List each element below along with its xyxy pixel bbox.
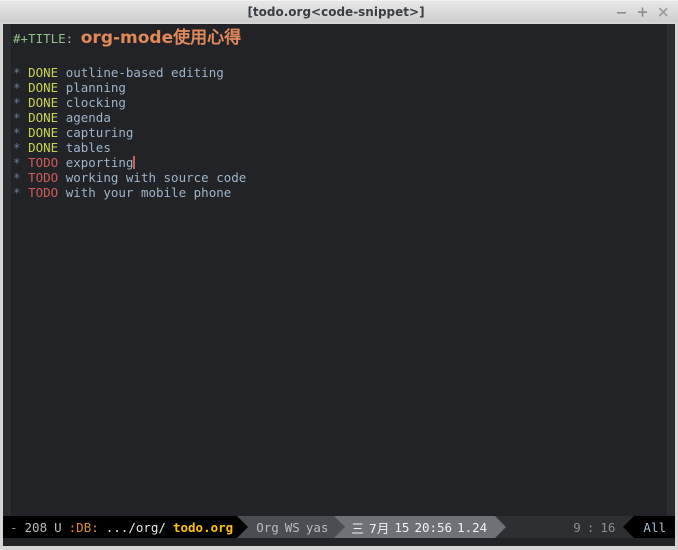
heading-keyword-done[interactable]: DONE <box>28 80 58 95</box>
modeline-buffer-segment[interactable]: - 208 U :DB: .../org/todo.org <box>3 516 238 538</box>
heading-text: working with source code <box>65 170 247 185</box>
file-name: todo.org <box>172 519 234 535</box>
clock-weekday: 三 <box>351 520 364 536</box>
position-separator: : <box>586 519 595 535</box>
heading-keyword-done[interactable]: DONE <box>28 65 58 80</box>
heading-bullet: * <box>13 95 21 110</box>
heading-keyword-todo[interactable]: TODO <box>28 185 58 200</box>
encoding-indicator: U <box>54 519 62 535</box>
file-path-prefix: .../org/ <box>105 519 166 535</box>
close-icon[interactable] <box>658 6 669 18</box>
emacs-window: [todo.org<code-snippet>] #+TITLE: org-mo… <box>0 0 678 550</box>
heading-keyword-done[interactable]: DONE <box>28 140 58 155</box>
text-cursor <box>133 156 136 169</box>
heading-bullet: * <box>13 65 21 80</box>
title-directive: #+TITLE: <box>13 31 74 46</box>
window-titlebar: [todo.org<code-snippet>] <box>0 0 678 22</box>
org-heading-line[interactable]: * DONE capturing <box>11 125 667 140</box>
separator-arrow-right-3 <box>495 516 507 538</box>
org-heading-line[interactable]: * TODO with your mobile phone <box>11 185 667 200</box>
clock-month: 7月 <box>368 520 390 536</box>
org-heading-line[interactable]: * TODO exporting <box>11 155 667 170</box>
heading-bullet: * <box>13 170 21 185</box>
scroll-percentage: All <box>643 519 666 535</box>
org-heading-list: * DONE outline-based editing * DONE plann… <box>11 65 667 200</box>
minimize-icon[interactable] <box>616 6 627 18</box>
heading-text: planning <box>65 80 126 95</box>
cursor-column-number: 16 <box>600 519 616 535</box>
heading-text: clocking <box>65 95 126 110</box>
heading-keyword-todo[interactable]: TODO <box>28 155 58 170</box>
major-mode: Org <box>256 519 279 535</box>
separator-arrow-left-1 <box>623 516 635 538</box>
heading-bullet: * <box>13 80 21 95</box>
right-fringe <box>667 24 675 546</box>
clock-time: 20:56 <box>414 519 453 535</box>
editor-buffer[interactable]: #+TITLE: org-mode使用心得 * DONE outline-bas… <box>3 24 675 546</box>
modeline: - 208 U :DB: .../org/todo.org Org WS yas <box>3 516 675 538</box>
org-heading-line[interactable]: * DONE planning <box>11 80 667 95</box>
minor-mode-yas: yas <box>305 519 329 535</box>
heading-bullet: * <box>13 155 21 170</box>
modified-flag: - <box>10 519 18 535</box>
window-title: [todo.org<code-snippet>] <box>247 4 425 19</box>
modeline-clock-segment[interactable]: 三 7月 15 20:56 1.24 <box>345 516 496 538</box>
heading-bullet: * <box>13 140 21 155</box>
heading-keyword-todo[interactable]: TODO <box>28 170 58 185</box>
minor-mode-ws: WS <box>284 519 300 535</box>
heading-bullet: * <box>13 185 21 200</box>
heading-text: with your mobile phone <box>65 185 232 200</box>
modeline-modes-segment[interactable]: Org WS yas <box>248 516 335 538</box>
window-frame: #+TITLE: org-mode使用心得 * DONE outline-bas… <box>0 22 678 550</box>
heading-bullet: * <box>13 125 21 140</box>
org-heading-line[interactable]: * TODO working with source code <box>11 170 667 185</box>
title-text: org-mode使用心得 <box>80 28 242 48</box>
heading-keyword-done[interactable]: DONE <box>28 95 58 110</box>
cursor-line-number: 9 <box>573 519 581 535</box>
clock-day: 15 <box>394 519 410 535</box>
project-tag: :DB: <box>68 519 99 535</box>
separator-arrow-right-2 <box>334 516 346 538</box>
modeline-scroll-segment[interactable]: All <box>634 516 675 538</box>
separator-arrow-right-1 <box>237 516 249 538</box>
heading-keyword-done[interactable]: DONE <box>28 110 58 125</box>
buffer-text[interactable]: #+TITLE: org-mode使用心得 * DONE outline-bas… <box>11 24 667 516</box>
modeline-position-segment[interactable]: 9 : 16 <box>506 516 624 538</box>
heading-text: agenda <box>65 110 111 125</box>
org-heading-line[interactable]: * DONE agenda <box>11 110 667 125</box>
system-load: 1.24 <box>457 519 488 535</box>
buffer-size: 208 <box>24 519 48 535</box>
heading-text: outline-based editing <box>65 65 224 80</box>
heading-bullet: * <box>13 110 21 125</box>
left-fringe <box>3 24 11 546</box>
org-heading-line[interactable]: * DONE outline-based editing <box>11 65 667 80</box>
maximize-icon[interactable] <box>637 6 648 18</box>
heading-text: exporting <box>65 155 134 170</box>
heading-keyword-done[interactable]: DONE <box>28 125 58 140</box>
window-controls <box>616 6 678 18</box>
heading-text: capturing <box>65 125 134 140</box>
echo-area <box>3 538 675 546</box>
org-heading-line[interactable]: * DONE clocking <box>11 95 667 110</box>
org-heading-line[interactable]: * DONE tables <box>11 140 667 155</box>
org-title-line: #+TITLE: org-mode使用心得 <box>11 27 667 50</box>
heading-text: tables <box>65 140 111 155</box>
